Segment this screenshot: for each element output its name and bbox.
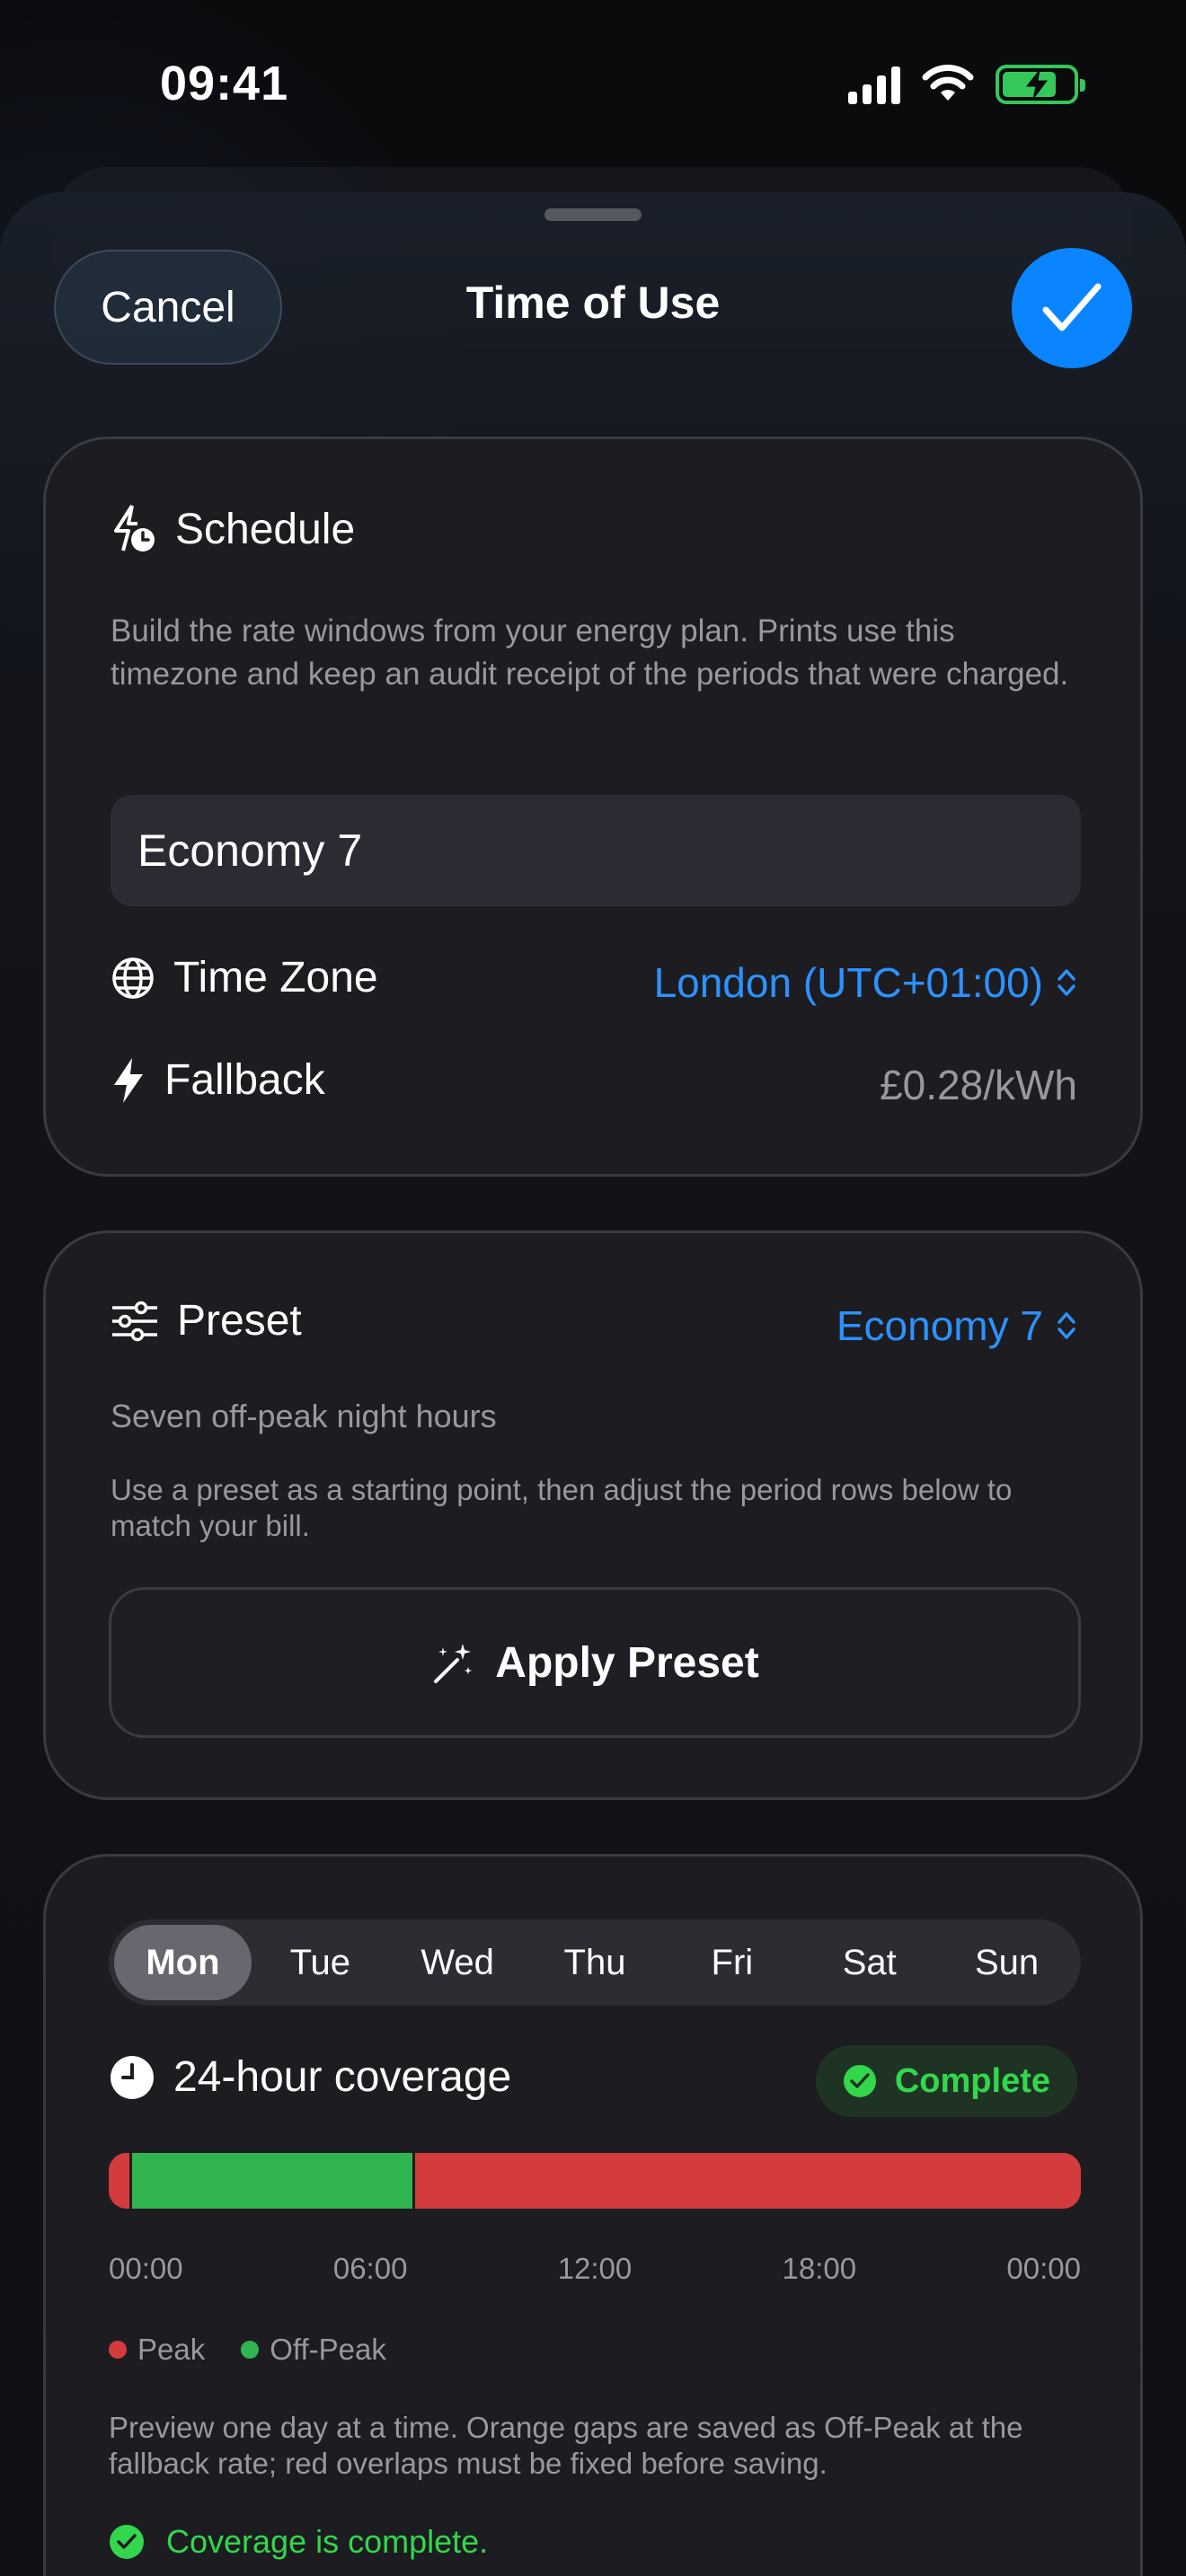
preset-label: Preset	[177, 1297, 302, 1345]
legend-offpeak-label: Off-Peak	[270, 2333, 386, 2366]
day-tab-mon[interactable]: Mon	[114, 1925, 252, 2000]
plan-name-input[interactable]: Economy 7	[111, 795, 1081, 906]
coverage-note: Preview one day at a time. Orange gaps a…	[109, 2411, 1023, 2480]
preset-hint: Use a preset as a starting point, then a…	[111, 1473, 1013, 1542]
bolt-clock-icon	[114, 504, 155, 551]
offpeak-dot-icon	[241, 2341, 260, 2359]
preset-picker[interactable]: Economy 7	[836, 1301, 1077, 1350]
fallback-label: Fallback	[164, 1056, 325, 1104]
schedule-heading: Schedule	[175, 505, 356, 553]
wifi-icon	[922, 65, 974, 101]
day-tab-wed[interactable]: Wed	[389, 1925, 527, 2000]
bolt-icon	[114, 1057, 143, 1103]
status-icons	[848, 65, 1085, 104]
time-zone-value: London (UTC+01:00)	[653, 959, 1043, 1006]
day-segmented-control: Mon Tue Wed Thu Fri Sat Sun	[109, 1919, 1081, 2006]
timeline-axis: 00:00 06:00 12:00 18:00 00:00	[109, 2252, 1081, 2286]
timeline-legend: Peak Off-Peak	[109, 2333, 386, 2367]
time-zone-label: Time Zone	[173, 954, 378, 1001]
day-tab-tue[interactable]: Tue	[252, 1925, 389, 2000]
fallback-row-label: Fallback	[111, 1055, 325, 1105]
schedule-description: Build the rate windows from your energy …	[111, 613, 1069, 692]
coverage-timeline	[109, 2153, 1081, 2209]
preset-value: Economy 7	[836, 1302, 1043, 1349]
page-title: Time of Use	[465, 278, 721, 328]
magic-wand-icon	[434, 1644, 473, 1683]
legend-peak: Peak	[109, 2333, 205, 2367]
status-badge: Complete	[815, 2045, 1077, 2117]
tick-label: 06:00	[332, 2252, 408, 2285]
time-zone-row-label: Time Zone	[111, 953, 378, 1002]
legend-peak-label: Peak	[137, 2333, 206, 2366]
chevron-up-down-icon	[1058, 1312, 1075, 1339]
preset-subtitle: Seven off-peak night hours	[111, 1398, 497, 1434]
chevron-up-down-icon	[1058, 969, 1075, 996]
preset-card: Preset Economy 7 Seven off-peak night ho…	[43, 1231, 1143, 1800]
tick-label: 12:00	[557, 2252, 633, 2285]
clock-icon	[111, 2055, 154, 2099]
globe-icon	[112, 957, 154, 999]
status-time: 09:41	[160, 57, 289, 110]
coverage-status-text: Coverage is complete.	[166, 2523, 489, 2560]
coverage-heading: 24-hour coverage	[173, 2053, 512, 2101]
save-button[interactable]	[1012, 248, 1132, 368]
schedule-card: Schedule Build the rate windows from you…	[43, 437, 1143, 1177]
day-tab-sat[interactable]: Sat	[801, 1925, 938, 2000]
coverage-header: 24-hour coverage	[109, 2052, 511, 2102]
apply-preset-button[interactable]: Apply Preset	[109, 1587, 1081, 1738]
sliders-icon	[112, 1301, 157, 1341]
coverage-card: Mon Tue Wed Thu Fri Sat Sun 24-hour cove…	[43, 1854, 1143, 2576]
preset-row-label: Preset	[111, 1296, 302, 1345]
day-tab-fri[interactable]: Fri	[663, 1925, 801, 2000]
checkmark-circle-icon	[110, 2525, 144, 2559]
fallback-value: £0.28/kWh	[880, 1062, 1077, 1108]
checkmark-circle-icon	[843, 2065, 876, 2097]
tick-label: 00:00	[1006, 2252, 1081, 2285]
tick-label: 18:00	[782, 2252, 857, 2285]
tick-label: 00:00	[109, 2252, 183, 2285]
timeline-segment-offpeak	[128, 2153, 413, 2209]
status-bar: 09:41	[0, 0, 1186, 171]
apply-preset-label: Apply Preset	[495, 1638, 759, 1687]
timeline-segment-peak	[412, 2153, 1081, 2209]
cellular-signal-icon	[848, 65, 900, 104]
legend-offpeak: Off-Peak	[241, 2333, 386, 2367]
coverage-status: Coverage is complete.	[109, 2523, 488, 2561]
battery-charging-icon	[996, 65, 1085, 104]
day-tab-thu[interactable]: Thu	[527, 1925, 664, 2000]
time-zone-picker[interactable]: London (UTC+01:00)	[654, 958, 1077, 1007]
sheet-grabber[interactable]	[544, 208, 642, 221]
status-badge-label: Complete	[894, 2061, 1050, 2100]
schedule-header: Schedule	[111, 504, 355, 554]
checkmark-icon	[1042, 283, 1102, 331]
day-tab-sun[interactable]: Sun	[938, 1925, 1075, 2000]
peak-dot-icon	[109, 2341, 127, 2359]
timeline-segment-peak	[109, 2153, 129, 2209]
